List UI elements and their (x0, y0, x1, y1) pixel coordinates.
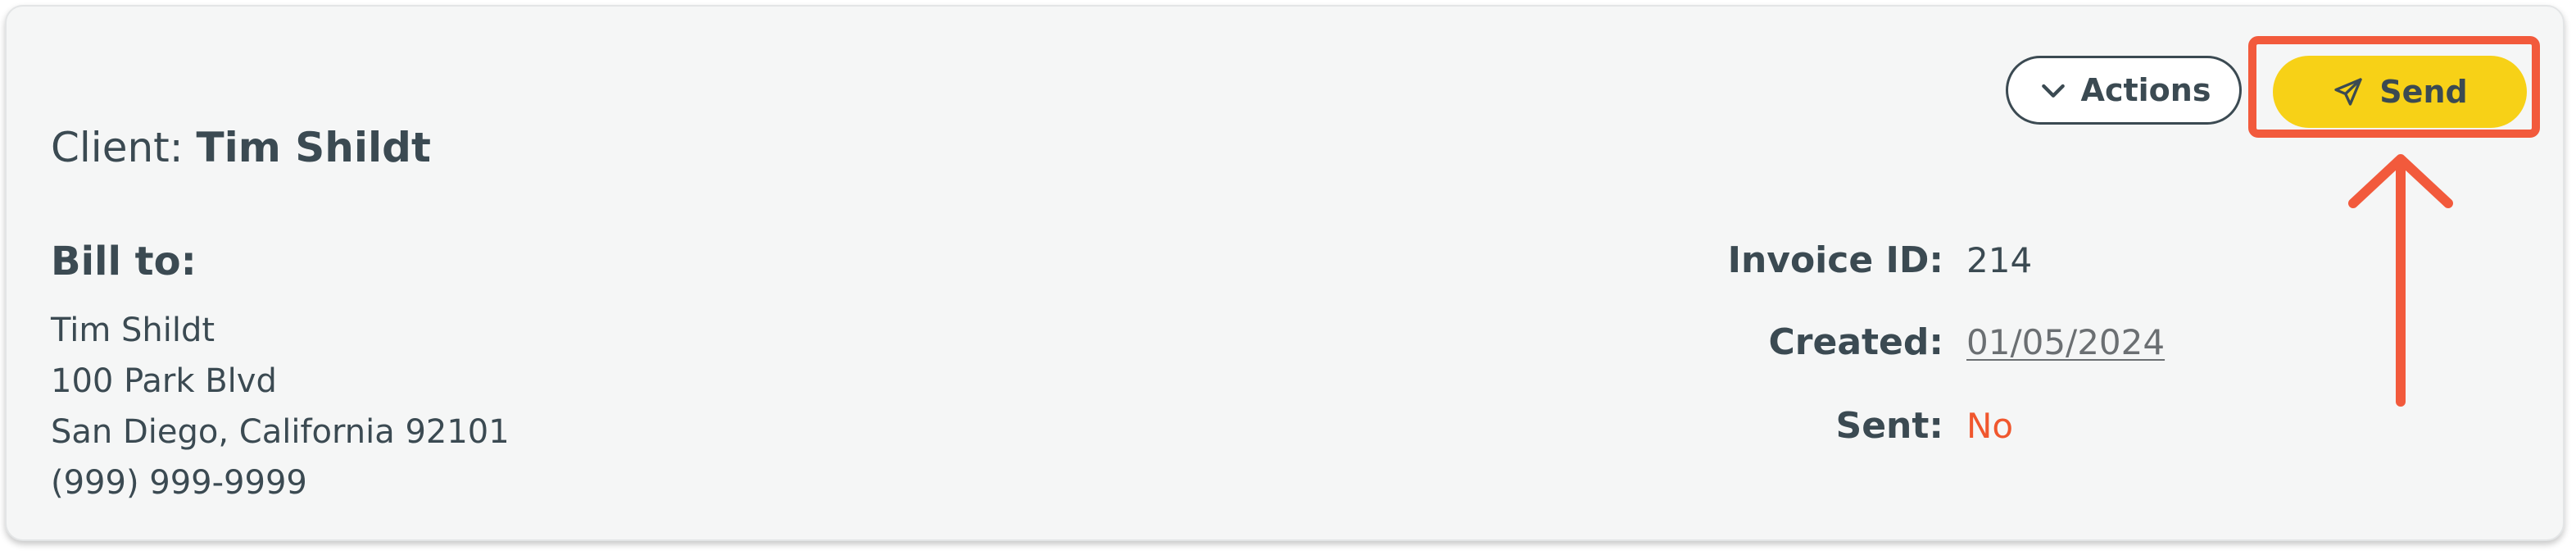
sent-label: Sent: (1835, 405, 1943, 447)
send-button[interactable]: Send (2273, 56, 2527, 128)
bill-to-heading: Bill to: (51, 239, 197, 284)
invoice-id-value: 214 (1966, 240, 2033, 280)
send-button-label: Send (2379, 74, 2468, 110)
actions-button-label: Actions (2080, 72, 2211, 108)
chevron-down-icon (2037, 74, 2070, 107)
address-street: 100 Park Blvd (51, 362, 277, 400)
paper-plane-icon (2332, 75, 2365, 108)
address-name: Tim Shildt (51, 312, 215, 349)
sent-row: Sent: No (1616, 405, 2014, 447)
invoice-id-label: Invoice ID: (1727, 239, 1943, 281)
created-label: Created: (1768, 321, 1944, 363)
client-name: Tim Shildt (196, 124, 431, 171)
created-date-link[interactable]: 01/05/2024 (1966, 322, 2165, 362)
actions-button[interactable]: Actions (2006, 56, 2242, 125)
address-phone: (999) 999-9999 (51, 464, 307, 502)
invoice-id-row: Invoice ID: 214 (1616, 239, 2033, 281)
client-prefix: Client: (51, 124, 184, 171)
sent-status: No (1966, 406, 2014, 446)
address-city-state-zip: San Diego, California 92101 (51, 413, 510, 451)
client-title: Client: Tim Shildt (51, 123, 431, 172)
bill-to-address: Tim Shildt 100 Park Blvd San Diego, Cali… (51, 305, 510, 508)
created-row: Created: 01/05/2024 (1616, 321, 2166, 363)
invoice-card: Client: Tim Shildt Bill to: Tim Shildt 1… (5, 5, 2565, 541)
